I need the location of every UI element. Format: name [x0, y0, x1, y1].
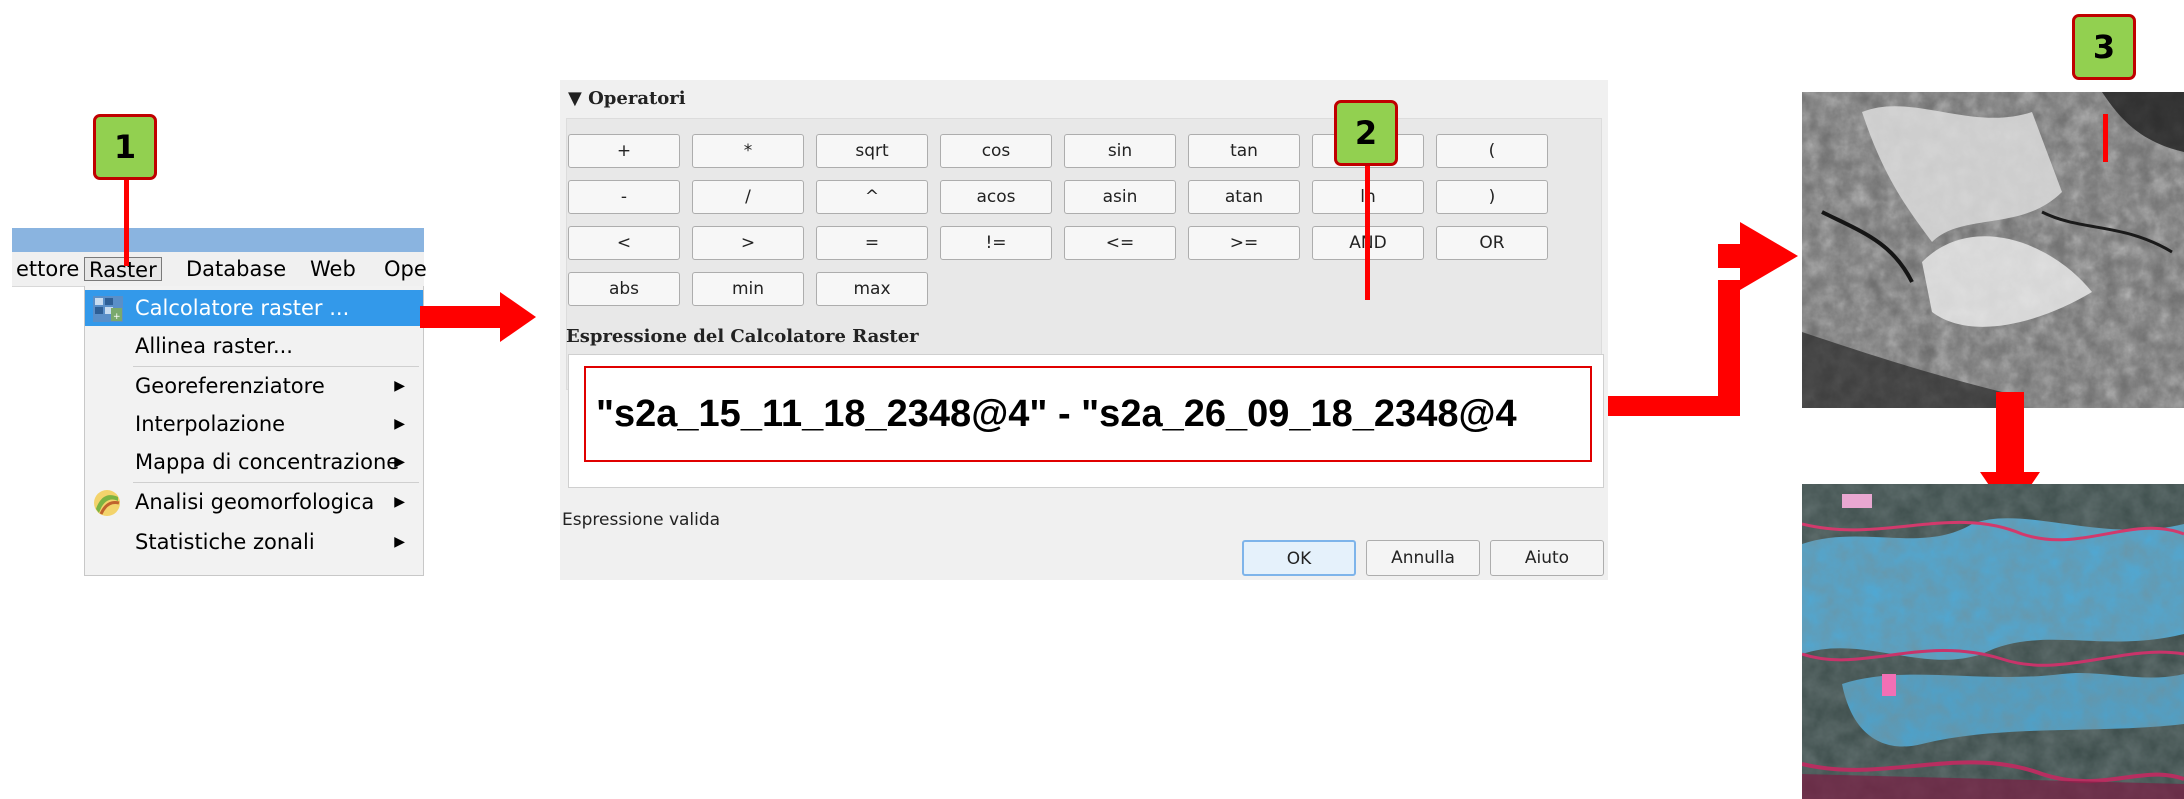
submenu-arrow-icon: ▶	[394, 416, 405, 432]
operator-greater-than-button[interactable]: >	[692, 226, 804, 260]
operator-not-equal-button[interactable]: !=	[940, 226, 1052, 260]
menubar-item-raster[interactable]: Raster	[84, 257, 162, 282]
menu-item-heatmap[interactable]: Mappa di concentrazione ▶	[85, 444, 423, 480]
operator-asin-button[interactable]: asin	[1064, 180, 1176, 214]
menu-item-align-raster[interactable]: Allinea raster...	[85, 328, 423, 364]
operator-less-than-button[interactable]: <	[568, 226, 680, 260]
menu-item-terrain-analysis[interactable]: Analisi geomorfologica ▶	[85, 484, 423, 520]
operator-less-equal-button[interactable]: <=	[1064, 226, 1176, 260]
operator-acos-button[interactable]: acos	[940, 180, 1052, 214]
menu-item-label: Calcolatore raster ...	[135, 296, 350, 320]
expression-status: Espressione valida	[562, 510, 721, 530]
operator-divide-button[interactable]: /	[692, 180, 804, 214]
difference-raster-image	[1802, 92, 2184, 408]
menu-item-label: Statistiche zonali	[135, 530, 315, 554]
expression-highlight[interactable]: "s2a_15_11_18_2348@4" - "s2a_26_09_18_23…	[584, 366, 1592, 462]
collapse-triangle-icon: ▼	[568, 88, 582, 109]
menu-item-zonal-statistics[interactable]: Statistiche zonali ▶	[85, 524, 423, 560]
operator-or-button[interactable]: OR	[1436, 226, 1548, 260]
operator-sin-button[interactable]: sin	[1064, 134, 1176, 168]
menu-item-label: Analisi geomorfologica	[135, 490, 375, 514]
menu-item-label: Mappa di concentrazione	[135, 450, 400, 474]
menu-item-raster-calculator[interactable]: + Calcolatore raster ...	[85, 290, 423, 326]
menu-item-label: Allinea raster...	[135, 334, 293, 358]
menubar-item-database[interactable]: Database	[182, 257, 290, 281]
operator-abs-button[interactable]: abs	[568, 272, 680, 306]
operators-title: Operatori	[588, 88, 686, 109]
cancel-button[interactable]: Annulla	[1366, 540, 1480, 576]
raster-calculator-dialog: ▼ Operatori + * sqrt cos sin tan ( - / ^…	[560, 80, 1608, 580]
menubar-item-vettore[interactable]: ettore	[12, 257, 83, 281]
svg-text:+: +	[113, 312, 121, 322]
submenu-arrow-icon: ▶	[394, 534, 405, 550]
submenu-arrow-icon: ▶	[394, 454, 405, 470]
false-color-composite-image	[1802, 484, 2184, 799]
geomorphology-icon	[94, 490, 120, 516]
menubar-item-opensource[interactable]: Ope	[380, 257, 431, 281]
menu-item-interpolation[interactable]: Interpolazione ▶	[85, 406, 423, 442]
callout-badge-1: 1	[93, 114, 157, 180]
submenu-arrow-icon: ▶	[394, 378, 405, 394]
operator-greater-equal-button[interactable]: >=	[1188, 226, 1300, 260]
callout-badge-2: 2	[1334, 100, 1398, 166]
menubar-item-web[interactable]: Web	[306, 257, 360, 281]
operator-open-paren-button[interactable]: (	[1436, 134, 1548, 168]
raster-menu-screenshot: ettore Raster Database Web Ope + Calcola…	[12, 228, 427, 580]
operator-power-button[interactable]: ^	[816, 180, 928, 214]
menu-item-label: Georeferenziatore	[135, 374, 325, 398]
operator-atan-button[interactable]: atan	[1188, 180, 1300, 214]
expression-section-title: Espressione del Calcolatore Raster	[566, 326, 919, 347]
elbow-arrow-icon	[1608, 222, 1798, 416]
operator-equals-button[interactable]: =	[816, 226, 928, 260]
operator-multiply-button[interactable]: *	[692, 134, 804, 168]
ok-button[interactable]: OK	[1242, 540, 1356, 576]
menubar: ettore Raster Database Web Ope	[12, 252, 427, 287]
raster-dropdown-menu: + Calcolatore raster ... Allinea raster.…	[84, 286, 424, 576]
operator-tan-button[interactable]: tan	[1188, 134, 1300, 168]
callout-3-leader-line	[2103, 114, 2108, 162]
submenu-arrow-icon: ▶	[394, 494, 405, 510]
operator-max-button[interactable]: max	[816, 272, 928, 306]
operator-plus-button[interactable]: +	[568, 134, 680, 168]
window-titlebar	[12, 228, 424, 252]
callout-badge-3: 3	[2072, 14, 2136, 80]
help-button[interactable]: Aiuto	[1490, 540, 1604, 576]
menu-separator	[133, 482, 419, 483]
operator-min-button[interactable]: min	[692, 272, 804, 306]
arrow-right-icon	[420, 292, 536, 342]
operator-cos-button[interactable]: cos	[940, 134, 1052, 168]
raster-calculator-icon: +	[93, 296, 123, 322]
callout-1-leader-line	[124, 180, 129, 266]
operator-sqrt-button[interactable]: sqrt	[816, 134, 928, 168]
operators-section-header[interactable]: ▼ Operatori	[568, 88, 686, 109]
menu-item-label: Interpolazione	[135, 412, 286, 436]
callout-2-leader-line	[1365, 166, 1370, 300]
operator-minus-button[interactable]: -	[568, 180, 680, 214]
menu-item-georeferencer[interactable]: Georeferenziatore ▶	[85, 368, 423, 404]
operator-close-paren-button[interactable]: )	[1436, 180, 1548, 214]
menu-separator	[133, 366, 419, 367]
